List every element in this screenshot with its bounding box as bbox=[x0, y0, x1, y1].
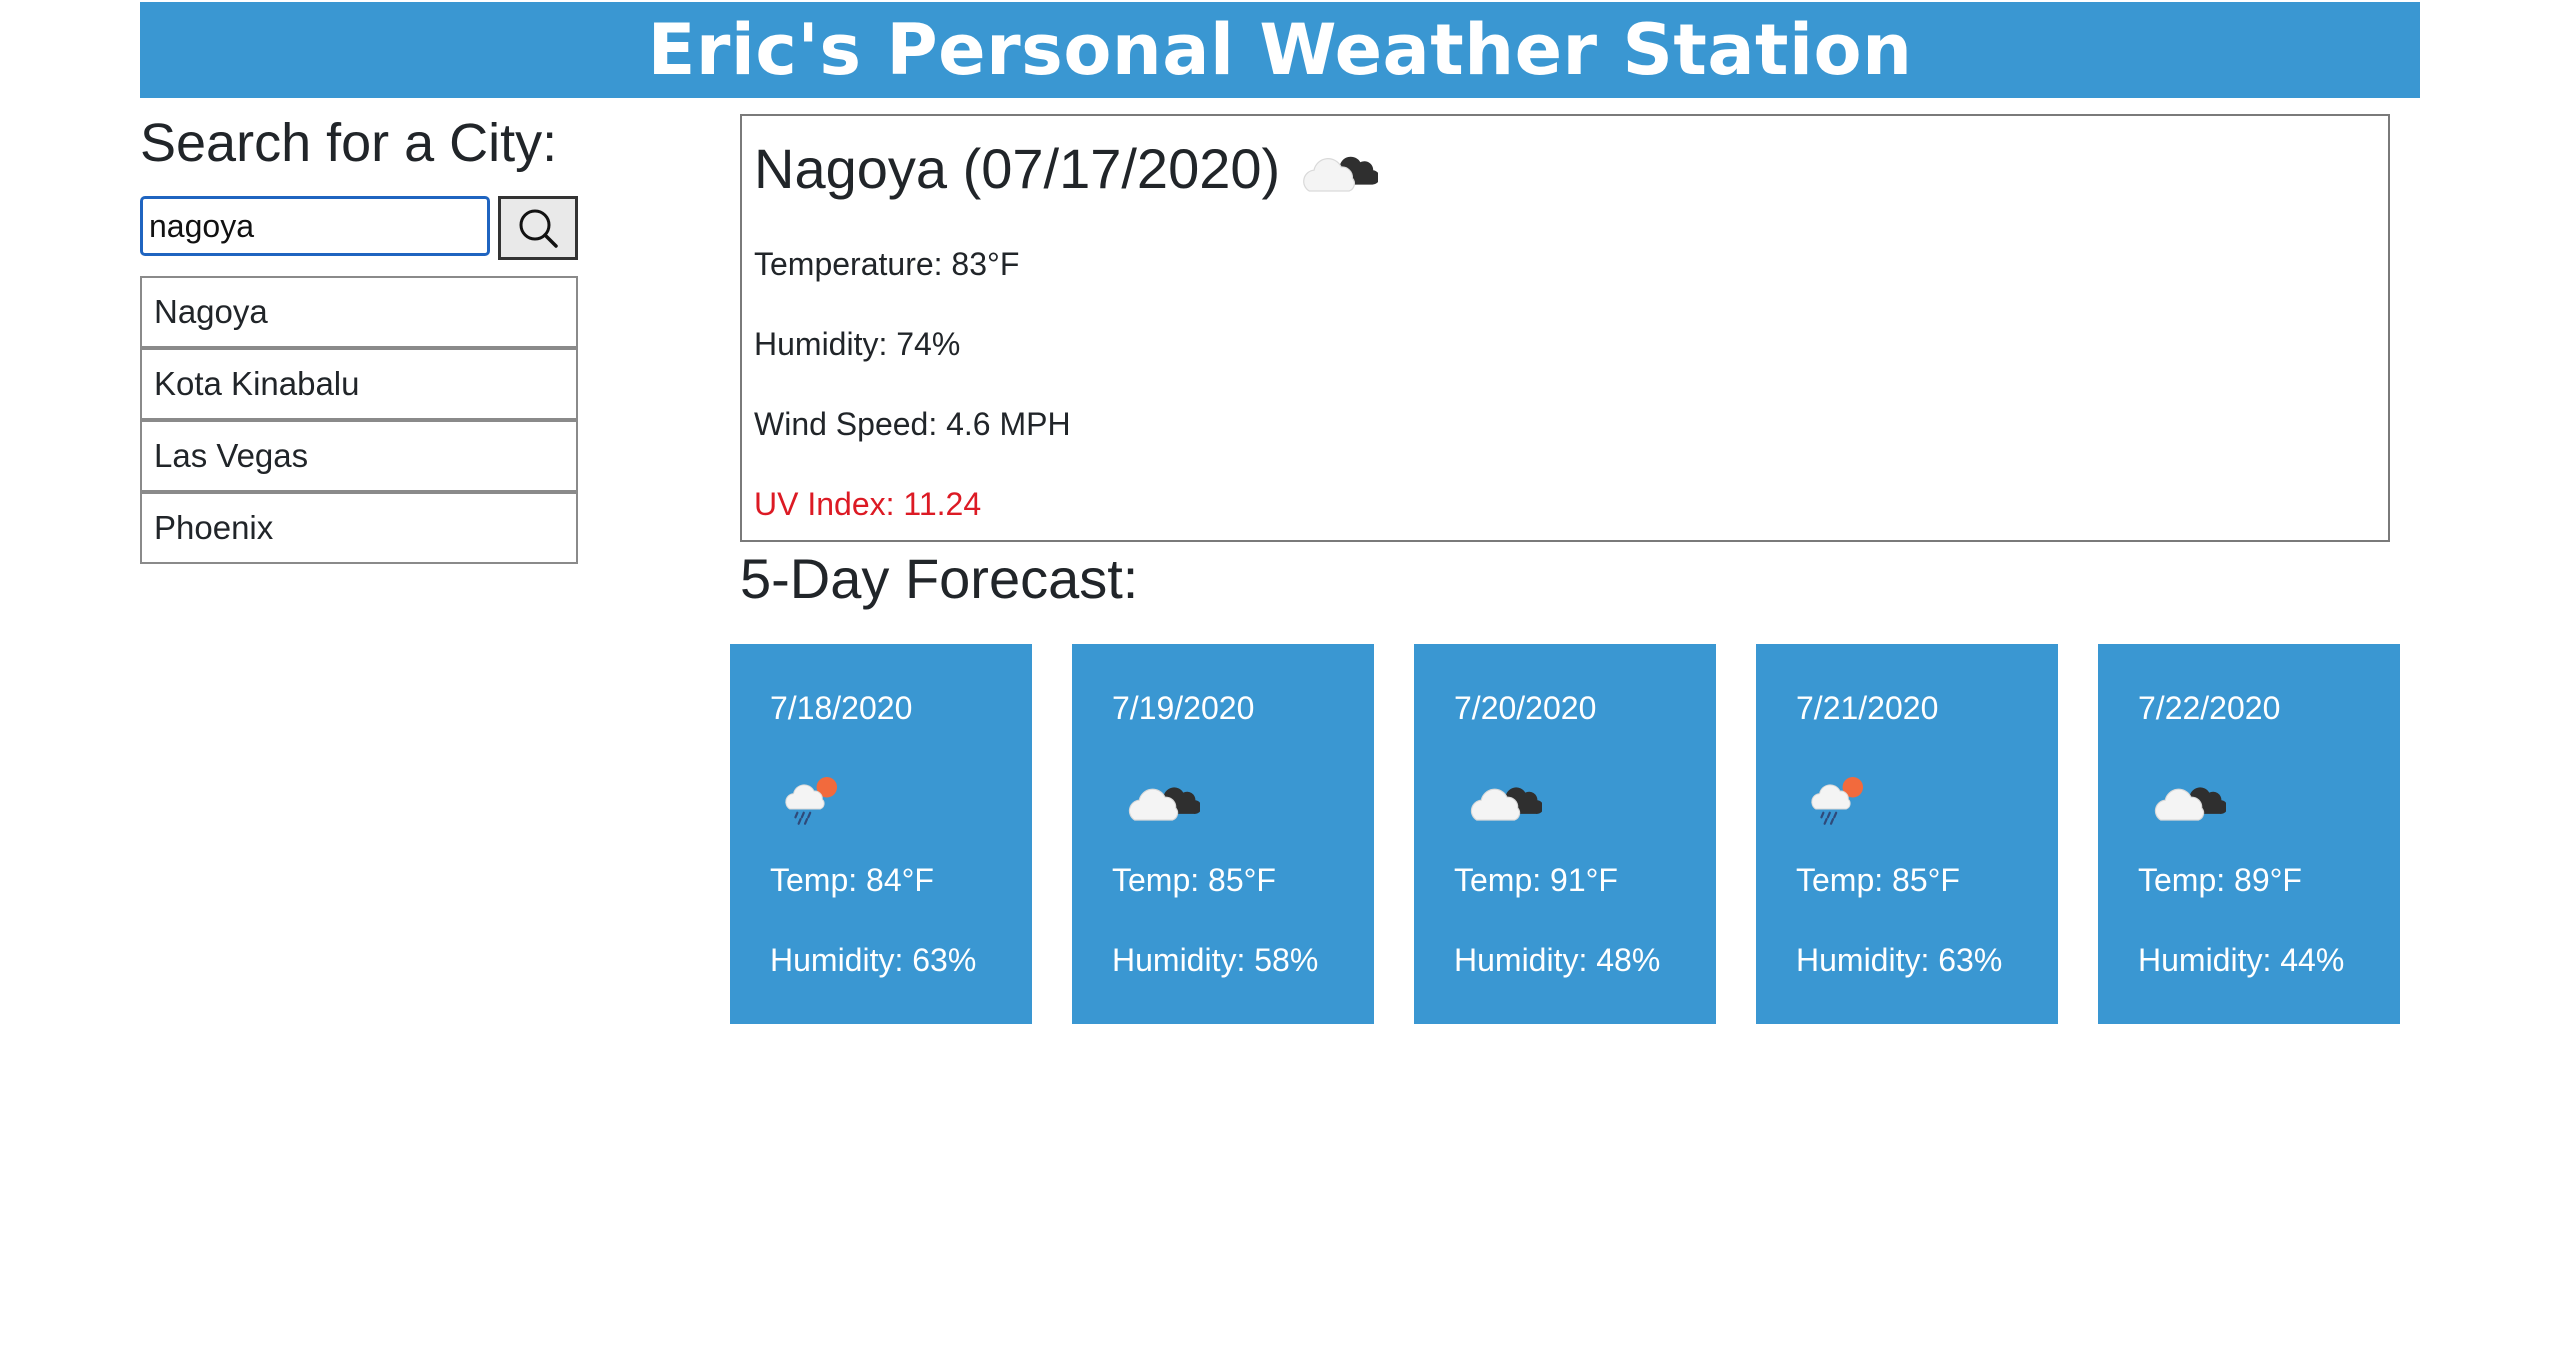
forecast-temp: Temp: 85°F bbox=[1796, 862, 1960, 898]
current-weather-card: Nagoya (07/17/2020) Temperature: 83°F Hu… bbox=[740, 114, 2390, 542]
forecast-heading: 5-Day Forecast: bbox=[740, 547, 1139, 610]
app-header: Eric's Personal Weather Station bbox=[140, 2, 2420, 98]
forecast-humidity: Humidity: 48% bbox=[1454, 942, 1661, 978]
forecast-humidity: Humidity: 63% bbox=[770, 942, 977, 978]
forecast-date: 7/22/2020 bbox=[2138, 690, 2281, 726]
rain-icon bbox=[782, 774, 846, 826]
search-button[interactable] bbox=[498, 196, 578, 260]
city-search-input[interactable] bbox=[140, 196, 490, 256]
forecast-date: 7/21/2020 bbox=[1796, 690, 1939, 726]
forecast-humidity: Humidity: 58% bbox=[1112, 942, 1319, 978]
forecast-temp: Temp: 84°F bbox=[770, 862, 934, 898]
current-weather-title: Nagoya (07/17/2020) bbox=[754, 136, 1378, 201]
current-wind-speed: Wind Speed: 4.6 MPH bbox=[754, 406, 1071, 442]
history-item-nagoya[interactable]: Nagoya bbox=[140, 276, 578, 348]
forecast-temp: Temp: 85°F bbox=[1112, 862, 1276, 898]
search-history-list: Nagoya Kota Kinabalu Las Vegas Phoenix bbox=[140, 276, 578, 564]
forecast-card: 7/19/2020 Temp: 85°F Humidity: 58% bbox=[1072, 644, 1374, 1024]
search-icon bbox=[519, 209, 558, 248]
history-item-las-vegas[interactable]: Las Vegas bbox=[140, 420, 578, 492]
forecast-card: 7/22/2020 Temp: 89°F Humidity: 44% bbox=[2098, 644, 2400, 1024]
rain-icon bbox=[1808, 774, 1872, 826]
current-temperature: Temperature: 83°F bbox=[754, 246, 1020, 282]
forecast-card: 7/18/2020 Temp: 84°F Humidity: 63% bbox=[730, 644, 1032, 1024]
forecast-date: 7/20/2020 bbox=[1454, 690, 1597, 726]
forecast-temp: Temp: 89°F bbox=[2138, 862, 2302, 898]
broken-clouds-icon bbox=[1298, 143, 1378, 199]
current-humidity: Humidity: 74% bbox=[754, 326, 961, 362]
current-city-date: Nagoya (07/17/2020) bbox=[754, 137, 1281, 200]
search-heading: Search for a City: bbox=[140, 113, 558, 173]
forecast-humidity: Humidity: 63% bbox=[1796, 942, 2003, 978]
forecast-humidity: Humidity: 44% bbox=[2138, 942, 2345, 978]
forecast-card: 7/20/2020 Temp: 91°F Humidity: 48% bbox=[1414, 644, 1716, 1024]
forecast-date: 7/19/2020 bbox=[1112, 690, 1255, 726]
forecast-card: 7/21/2020 Temp: 85°F Humidity: 63% bbox=[1756, 644, 2058, 1024]
current-uv-index: UV Index: 11.24 bbox=[754, 486, 982, 522]
forecast-temp: Temp: 91°F bbox=[1454, 862, 1618, 898]
forecast-date: 7/18/2020 bbox=[770, 690, 913, 726]
broken-clouds-icon bbox=[1124, 774, 1200, 828]
history-item-kota-kinabalu[interactable]: Kota Kinabalu bbox=[140, 348, 578, 420]
history-item-phoenix[interactable]: Phoenix bbox=[140, 492, 578, 564]
broken-clouds-icon bbox=[2150, 774, 2226, 828]
broken-clouds-icon bbox=[1466, 774, 1542, 828]
page-title: Eric's Personal Weather Station bbox=[647, 9, 1913, 91]
